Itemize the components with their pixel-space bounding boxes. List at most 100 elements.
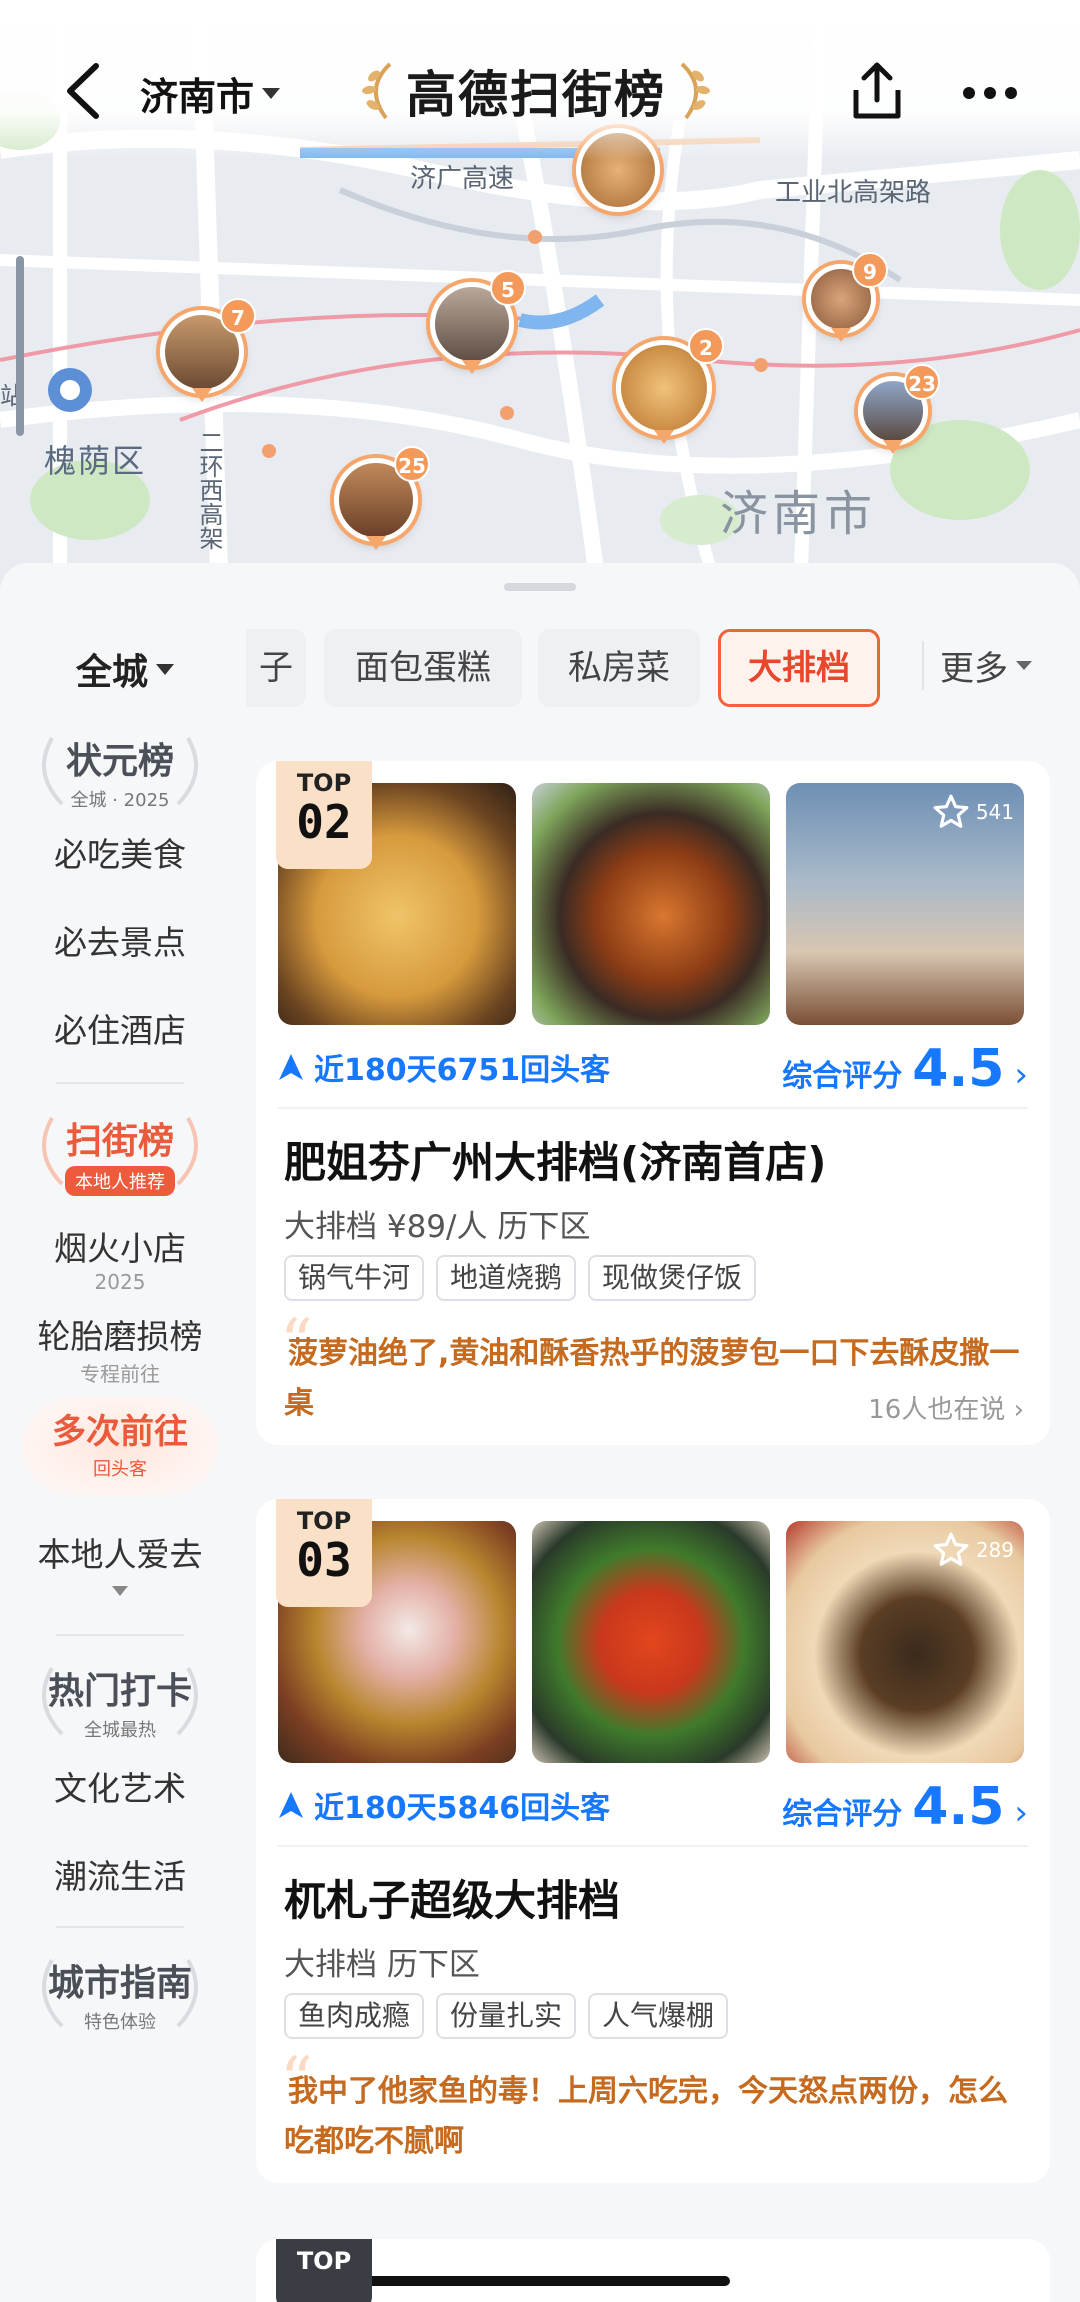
- nav-hot-title: 热门打卡: [47, 1671, 192, 1712]
- rank-label: TOP: [296, 1507, 352, 1535]
- nav-zhuangyuan[interactable]: 状元榜 全城 · 2025: [20, 732, 220, 812]
- overall-score[interactable]: 综合评分 4.5 ›: [782, 1039, 1028, 1099]
- stats-row: 近180天6751回头客 综合评分 4.5 ›: [278, 1039, 1028, 1099]
- navigation-arrow-icon: [279, 1054, 303, 1080]
- more-options-icon[interactable]: [962, 86, 1018, 100]
- chevron-down-icon: [1016, 661, 1032, 670]
- nav-item-yanhuo[interactable]: 烟火小店: [0, 1222, 240, 1270]
- laurel-right-icon: [680, 62, 710, 120]
- category-chip[interactable]: 私房菜: [538, 629, 700, 707]
- city-map-label: 济南市: [720, 486, 877, 542]
- restaurant-card[interactable]: TOP 03 289 近180天5846回头客 综合评分 4.5 › 杌札子超级…: [256, 1499, 1050, 2183]
- pin-count: 9: [852, 252, 888, 288]
- nav-item-luntai[interactable]: 轮胎磨损榜: [0, 1310, 240, 1358]
- returning-text: 近180天5846回头客: [314, 1791, 611, 1826]
- restaurant-card[interactable]: TOP: [256, 2239, 1050, 2302]
- map-pin[interactable]: 9: [806, 252, 888, 342]
- map-dot[interactable]: [262, 444, 276, 458]
- navigation-arrow-icon: [279, 1792, 303, 1818]
- nav-saojie-title: 扫街榜: [65, 1121, 174, 1162]
- favorite-button[interactable]: 541: [932, 793, 1014, 831]
- nav-guide-title: 城市指南: [47, 1963, 192, 2004]
- tag: 现做煲仔饭: [588, 1255, 757, 1301]
- score-value: 4.5: [912, 1777, 1005, 1837]
- map-pin[interactable]: 5: [430, 270, 526, 374]
- nav-item[interactable]: 必吃美食: [0, 828, 240, 876]
- restaurant-photo[interactable]: 541: [786, 783, 1024, 1025]
- nav-zhuangyuan-sub: 全城 · 2025: [70, 790, 170, 811]
- favorite-button[interactable]: 289: [932, 1531, 1014, 1569]
- tag: 鱼肉成瘾: [284, 1993, 425, 2039]
- chevron-right-icon: ›: [1014, 1793, 1028, 1833]
- nav-duoci-sub: 回头客: [93, 1459, 147, 1480]
- laurel-left-icon: [362, 62, 392, 120]
- home-indicator[interactable]: [350, 2276, 730, 2286]
- district-label: 槐荫区: [44, 442, 147, 480]
- map-pin-selected[interactable]: 2: [616, 328, 724, 444]
- city-selector[interactable]: 济南市: [140, 66, 281, 121]
- map-dot[interactable]: [500, 406, 514, 420]
- more-categories-button[interactable]: 更多: [922, 641, 1032, 690]
- road-label-ring: 二环西高架: [195, 430, 223, 550]
- rank-label: TOP: [296, 2247, 352, 2275]
- category-chip[interactable]: 面包蛋糕: [324, 629, 522, 707]
- share-icon[interactable]: [848, 60, 906, 122]
- food-photo[interactable]: [532, 1521, 770, 1763]
- nav-zhuangyuan-title: 状元榜: [65, 741, 174, 782]
- map-dot[interactable]: [528, 230, 542, 244]
- map-pin[interactable]: 25: [334, 446, 430, 550]
- nav-item[interactable]: 潮流生活: [0, 1850, 240, 1898]
- divider: [278, 1845, 1028, 1847]
- nav-item[interactable]: 必去景点: [0, 916, 240, 964]
- area-filter[interactable]: 全城: [76, 643, 175, 695]
- food-photo[interactable]: [532, 783, 770, 1025]
- restaurant-name[interactable]: 肥姐芬广州大排档(济南首店): [284, 1129, 826, 1190]
- score-label: 综合评分: [782, 1797, 903, 1832]
- nav-duoci[interactable]: 多次前往 回头客: [20, 1404, 220, 1481]
- returning-text: 近180天6751回头客: [314, 1053, 611, 1088]
- tag: 份量扎实: [436, 1993, 577, 2039]
- more-categories-label: 更多: [940, 649, 1008, 689]
- city-name: 济南市: [140, 75, 255, 119]
- restaurant-name[interactable]: 杌札子超级大排档: [284, 1867, 620, 1928]
- nav-item-sub: 专程前往: [80, 1362, 160, 1386]
- back-icon[interactable]: [62, 62, 102, 120]
- map-pin[interactable]: 23: [858, 364, 940, 454]
- map-pin[interactable]: 7: [160, 298, 256, 402]
- nav-item-local[interactable]: 本地人爱去: [0, 1528, 240, 1576]
- rank-badge: TOP 03: [276, 1499, 372, 1607]
- stats-row: 近180天5846回头客 综合评分 4.5 ›: [278, 1777, 1028, 1837]
- pin-count: 7: [220, 298, 256, 334]
- overall-score[interactable]: 综合评分 4.5 ›: [782, 1777, 1028, 1837]
- category-chip[interactable]: 子: [246, 629, 306, 707]
- nav-divider: [56, 1082, 184, 1084]
- map-dot[interactable]: [754, 358, 768, 372]
- nav-guide-sub: 特色体验: [84, 2012, 156, 2033]
- food-photo[interactable]: 289: [786, 1521, 1024, 1763]
- nav-hot[interactable]: 热门打卡 全城最热: [20, 1662, 220, 1742]
- pin-count: 23: [904, 364, 940, 400]
- star-icon: [933, 1532, 969, 1566]
- also-saying-link[interactable]: 16人也在说 ›: [868, 1389, 1024, 1426]
- road-label-jiguang: 济广高速: [410, 164, 515, 194]
- tag: 锅气牛河: [284, 1255, 425, 1301]
- restaurant-card[interactable]: TOP 02 541 近180天6751回头客 综合评分 4.5 › 肥姐芬广州…: [256, 761, 1050, 1445]
- tag: 人气爆棚: [588, 1993, 729, 2039]
- chevron-right-icon: ›: [1014, 1055, 1028, 1095]
- nav-hot-sub: 全城最热: [84, 1720, 156, 1741]
- review-snippet[interactable]: 我中了他家鱼的毒！上周六吃完，今天怒点两份，怎么吃都吃不腻啊: [284, 2067, 1026, 2167]
- nav-guide[interactable]: 城市指南 特色体验: [20, 1954, 220, 2034]
- returning-customers: 近180天6751回头客: [278, 1045, 610, 1089]
- pin-count: 5: [490, 270, 526, 306]
- score-value: 4.5: [912, 1039, 1005, 1099]
- nav-item[interactable]: 必住酒店: [0, 1004, 240, 1052]
- expand-chevron-icon[interactable]: [112, 1586, 128, 1596]
- category-chip-active[interactable]: 大排档: [718, 629, 880, 707]
- nav-item[interactable]: 文化艺术: [0, 1762, 240, 1810]
- rank-number: 03: [296, 1533, 352, 1587]
- sheet-drag-handle[interactable]: [504, 583, 576, 591]
- star-icon: [933, 794, 969, 828]
- returning-customers: 近180天5846回头客: [278, 1783, 610, 1827]
- app-logo: 高德扫街榜: [360, 58, 712, 124]
- nav-saojie[interactable]: 扫街榜 本地人推荐: [20, 1112, 220, 1196]
